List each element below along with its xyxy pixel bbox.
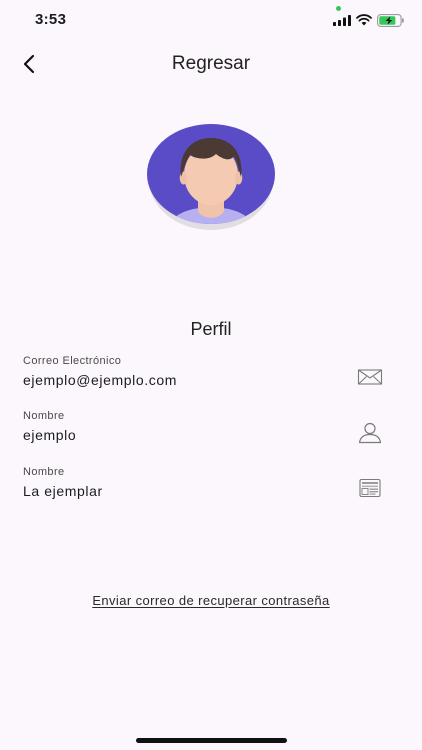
first-name-field-label: Nombre	[23, 410, 65, 422]
battery-charging-icon	[377, 14, 404, 27]
email-field[interactable]: Correo Electrónico ejemplo@ejemplo.com	[23, 355, 383, 397]
last-name-field-label: Nombre	[23, 466, 65, 478]
wifi-icon	[356, 14, 372, 26]
privacy-indicator-dot	[336, 6, 341, 11]
page-title: Regresar	[171, 53, 251, 74]
email-field-label: Correo Electrónico	[23, 355, 122, 367]
last-name-field[interactable]: Nombre La ejemplar	[23, 466, 383, 508]
first-name-field[interactable]: Nombre ejemplo	[23, 410, 383, 452]
person-icon	[358, 422, 382, 444]
last-name-field-value: La ejemplar	[23, 483, 103, 499]
id-card-icon	[359, 478, 381, 498]
nav-header: Regresar	[0, 44, 422, 84]
first-name-field-value: ejemplo	[23, 427, 77, 443]
recover-password-link[interactable]: Enviar correo de recuperar contraseña	[0, 593, 422, 608]
status-time: 3:53	[35, 11, 67, 28]
home-indicator[interactable]	[136, 738, 287, 743]
envelope-icon	[357, 369, 383, 385]
user-avatar-icon	[147, 124, 275, 230]
recover-password-link-text: Enviar correo de recuperar contraseña	[92, 593, 330, 608]
status-bar: 3:53	[0, 0, 422, 40]
cellular-signal-icon	[333, 15, 351, 26]
email-field-value: ejemplo@ejemplo.com	[23, 372, 178, 388]
profile-section-title: Perfil	[190, 319, 232, 339]
